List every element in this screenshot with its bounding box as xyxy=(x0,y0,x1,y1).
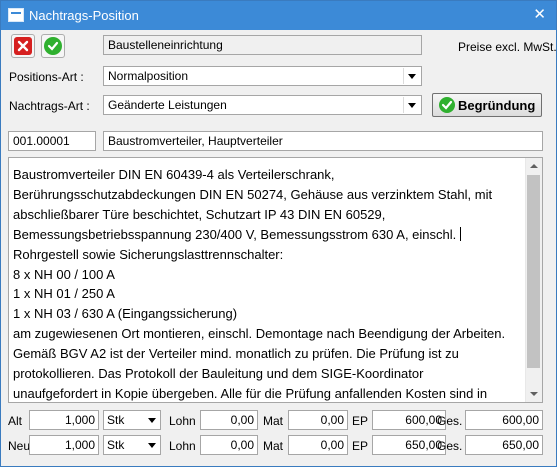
alt-lohn-label: Lohn xyxy=(169,414,196,428)
long-text-line: Baustromverteiler DIN EN 60439-4 als Ver… xyxy=(13,167,335,182)
neu-row-label: Neu xyxy=(8,439,31,453)
neu-ges-field[interactable]: 650,00 xyxy=(465,435,543,455)
text-caret xyxy=(460,226,462,241)
title-bar[interactable]: Nachtrags-Position ✕ xyxy=(1,1,556,30)
long-text-line: Berührungsschutzabdeckungen DIN EN 50274… xyxy=(13,186,493,202)
alt-mat-field[interactable]: 0,00 xyxy=(288,410,348,430)
alt-mat-label: Mat xyxy=(263,414,284,428)
neu-ep-label: EP xyxy=(352,439,369,453)
long-text-line: 1 x NH 03 / 630 A (Eingangssicherung) xyxy=(13,306,238,322)
chevron-down-icon[interactable] xyxy=(403,97,420,113)
long-text-line: abschließbarer Türe beschichtet, Schutza… xyxy=(13,206,386,222)
long-text-line: unaufgefordert in Kopie übergeben. Alle … xyxy=(13,385,488,401)
long-text-lines: Baustromverteiler DIN EN 60439-4 als Ver… xyxy=(13,165,523,402)
long-text-line: protokollieren. Das Protokoll der Baulei… xyxy=(13,366,424,382)
scroll-down-icon[interactable] xyxy=(526,386,542,402)
long-text-area[interactable]: Baustromverteiler DIN EN 60439-4 als Ver… xyxy=(8,157,543,403)
long-text-line: 1 x NH 01 / 250 A xyxy=(13,286,115,302)
close-icon[interactable]: ✕ xyxy=(533,5,546,23)
long-text-line: Bemessungsbetriebsspannung 230/400 V, Be… xyxy=(13,225,523,245)
alt-unit-value: Stk xyxy=(107,413,125,427)
short-text-field[interactable]: Baustelleneinrichtung xyxy=(103,35,422,55)
neu-unit-value: Stk xyxy=(107,438,125,452)
alt-lohn-field[interactable]: 0,00 xyxy=(200,410,258,430)
scroll-up-icon[interactable] xyxy=(526,158,542,174)
long-text-line: 8 x NH 00 / 100 A xyxy=(13,266,115,282)
long-text-line: Rohrgestell sowie Sicherungslasttrennsch… xyxy=(13,246,284,262)
price-note: Preise excl. MwSt. xyxy=(458,40,557,54)
positions-art-value: Normalposition xyxy=(108,69,189,83)
neu-quantity-field[interactable]: 1,000 xyxy=(29,435,99,455)
position-title-field[interactable]: Baustromverteiler, Hauptverteiler xyxy=(103,131,543,151)
chevron-down-icon[interactable] xyxy=(145,437,159,453)
neu-ges-label: Ges. xyxy=(437,439,463,453)
neu-ep-field[interactable]: 650,00 xyxy=(372,435,446,455)
scroll-thumb[interactable] xyxy=(527,175,540,368)
neu-lohn-field[interactable]: 0,00 xyxy=(200,435,258,455)
alt-row-label: Alt xyxy=(8,414,23,428)
window-title: Nachtrags-Position xyxy=(29,8,139,23)
vertical-scrollbar[interactable] xyxy=(525,158,542,402)
neu-lohn-label: Lohn xyxy=(169,439,196,453)
confirm-button[interactable] xyxy=(41,34,65,58)
alt-ges-label: Ges. xyxy=(437,414,463,428)
cancel-icon xyxy=(14,37,32,55)
position-number-field[interactable]: 001.00001 xyxy=(8,131,96,151)
check-icon xyxy=(439,97,455,113)
alt-unit-select[interactable]: Stk xyxy=(103,410,161,430)
alt-ges-field[interactable]: 600,00 xyxy=(465,410,543,430)
long-text-line: Gemäß BGV A2 ist der Verteiler mind. mon… xyxy=(13,346,459,362)
begruendung-button[interactable]: Begründung xyxy=(432,93,542,117)
alt-ep-field[interactable]: 600,00 xyxy=(372,410,446,430)
app-icon xyxy=(8,8,24,22)
positions-art-label: Positions-Art : xyxy=(9,70,84,84)
cancel-button[interactable] xyxy=(11,34,35,58)
neu-mat-label: Mat xyxy=(263,439,284,453)
neu-mat-field[interactable]: 0,00 xyxy=(288,435,348,455)
dialog-window: Nachtrags-Position ✕ Baustelleneinrichtu… xyxy=(0,0,557,467)
long-text-line: am zugewiesenen Ort montieren, einschl. … xyxy=(13,326,506,342)
chevron-down-icon[interactable] xyxy=(403,68,420,84)
long-text-line-text: Bemessungsbetriebsspannung 230/400 V, Be… xyxy=(13,226,457,242)
alt-quantity-field[interactable]: 1,000 xyxy=(29,410,99,430)
begruendung-label: Begründung xyxy=(458,98,536,113)
nachtrags-art-label: Nachtrags-Art : xyxy=(9,99,90,113)
chevron-down-icon[interactable] xyxy=(145,412,159,428)
confirm-check-icon xyxy=(44,37,62,55)
positions-art-select[interactable]: Normalposition xyxy=(103,66,422,86)
neu-unit-select[interactable]: Stk xyxy=(103,435,161,455)
nachtrags-art-select[interactable]: Geänderte Leistungen xyxy=(103,95,422,115)
alt-ep-label: EP xyxy=(352,414,369,428)
nachtrags-art-value: Geänderte Leistungen xyxy=(108,98,227,112)
